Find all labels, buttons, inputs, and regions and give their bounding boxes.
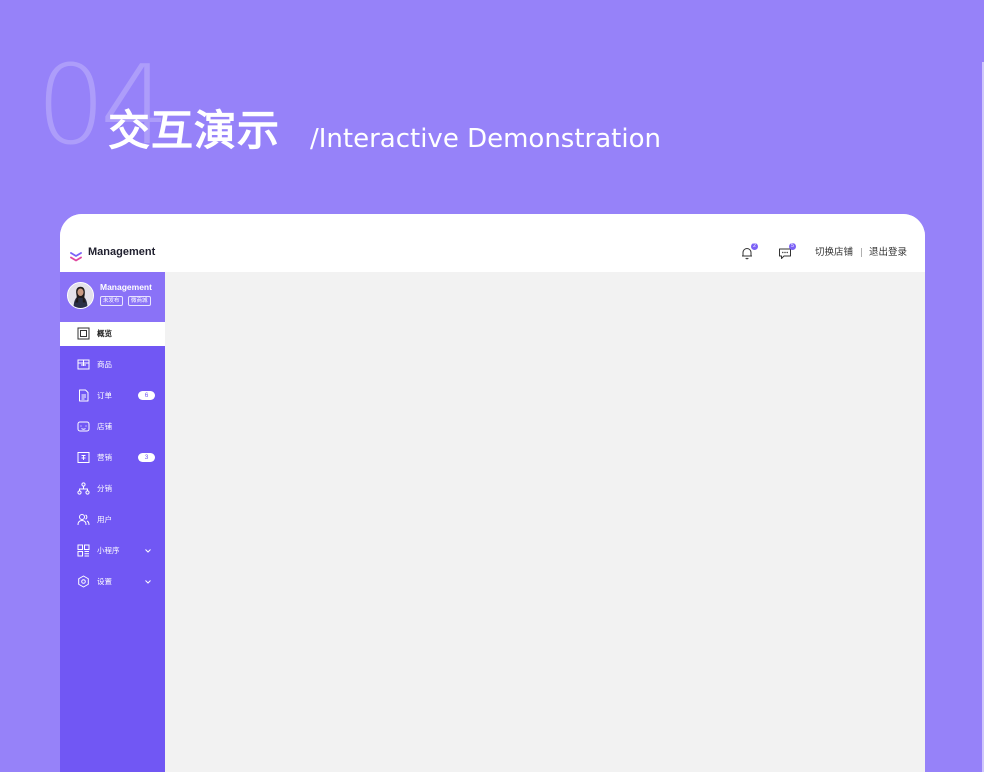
sidebar-item-label: 用户 [97, 515, 112, 524]
slide-title: 交互演示 [108, 106, 281, 155]
sidebar-item-miniprogram[interactable]: 小程序 [60, 539, 165, 563]
slide: 04 交互演示 /Interactive Demonstration Manag… [0, 0, 984, 772]
profile-card: Management 未发布 微商城 [60, 272, 165, 322]
sidebar-item-product[interactable]: 商品 [60, 353, 165, 377]
message-badge: 5 [789, 243, 796, 250]
status-badge: 未发布 [100, 296, 123, 306]
chevron-down-icon[interactable] [144, 547, 152, 555]
sidebar-item-label: 店铺 [97, 422, 112, 431]
sidebar-item-label: 营销 [97, 453, 112, 462]
marketing-count-badge: 3 [138, 453, 155, 462]
logo-icon [70, 247, 82, 262]
distribution-icon [77, 482, 90, 495]
app-topbar: Management 2 5 切换店铺 | 退出登录 [60, 214, 925, 272]
sidebar-item-order[interactable]: 订单 6 [60, 384, 165, 408]
sidebar-item-label: 商品 [97, 360, 112, 369]
bell-badge: 2 [751, 243, 758, 250]
product-icon [77, 358, 90, 371]
sidebar-item-label: 小程序 [97, 546, 120, 555]
app-window: Management 2 5 切换店铺 | 退出登录 Management 未发… [60, 214, 925, 772]
sidebar-item-store[interactable]: 店铺 [60, 415, 165, 439]
sidebar-item-label: 设置 [97, 577, 112, 586]
topbar-separator: | [860, 248, 864, 258]
app-brand: Management [88, 246, 156, 258]
order-icon [77, 389, 90, 402]
switch-store-link[interactable]: 切换店铺 [815, 247, 853, 259]
sidebar-item-distribution[interactable]: 分销 [60, 477, 165, 501]
sidebar-item-user[interactable]: 用户 [60, 508, 165, 532]
marketing-icon [77, 451, 90, 464]
store-type-badge: 微商城 [128, 296, 151, 306]
chevron-down-icon[interactable] [144, 578, 152, 586]
sidebar-item-settings[interactable]: 设置 [60, 570, 165, 594]
user-icon [77, 513, 90, 526]
sidebar-item-label: 订单 [97, 391, 112, 400]
message-icon[interactable]: 5 [778, 243, 796, 262]
sidebar: Management 未发布 微商城 概览 商品 订单 6 店铺 营销 3 分销… [60, 272, 170, 772]
overview-icon [77, 327, 90, 340]
miniprogram-icon [77, 544, 90, 557]
sidebar-item-label: 概览 [97, 329, 112, 338]
profile-name: Management [100, 282, 152, 292]
sidebar-item-marketing[interactable]: 营销 3 [60, 446, 165, 470]
main-content-area [165, 272, 925, 772]
order-count-badge: 6 [138, 391, 155, 400]
logout-link[interactable]: 退出登录 [869, 247, 907, 259]
settings-icon [77, 575, 90, 588]
sidebar-item-label: 分销 [97, 484, 112, 493]
avatar[interactable] [67, 282, 94, 309]
store-icon [77, 420, 90, 433]
slide-subtitle: /Interactive Demonstration [310, 124, 661, 154]
sidebar-item-overview[interactable]: 概览 [60, 322, 170, 346]
bell-icon[interactable]: 2 [740, 243, 758, 262]
